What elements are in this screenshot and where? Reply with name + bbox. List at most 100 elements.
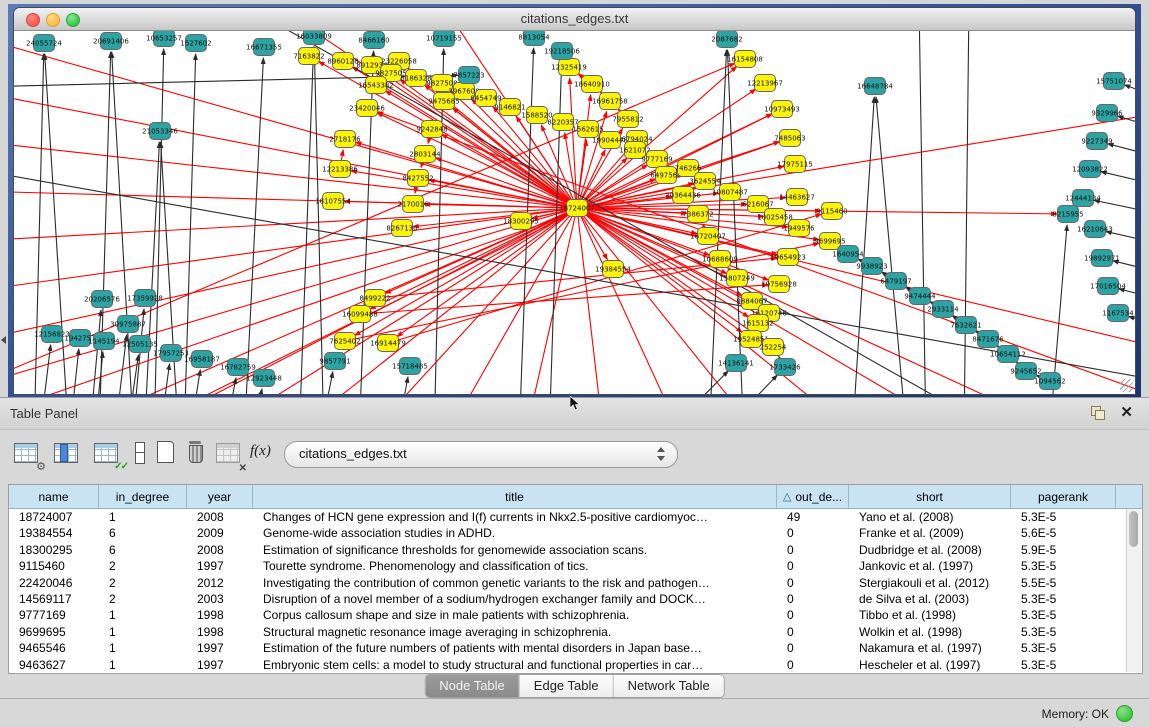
table-cell[interactable]: 0 — [777, 591, 849, 607]
graph-node[interactable]: 9115460 — [816, 203, 847, 220]
table-cell[interactable]: 0 — [777, 624, 849, 640]
graph-node[interactable]: 1167534 — [1102, 305, 1134, 322]
graph-node[interactable]: 10653257 — [146, 31, 182, 47]
graph-node[interactable]: 10654112 — [990, 346, 1026, 363]
graph-node[interactable]: 30975887 — [110, 316, 146, 333]
table-cell[interactable]: 9463627 — [9, 657, 99, 673]
graph-node[interactable]: 10719155 — [426, 31, 462, 47]
table-cell[interactable]: 5.5E-5 — [1011, 575, 1116, 591]
column-header-indegree[interactable]: in_degree — [99, 485, 187, 508]
graph-node[interactable]: 16958187 — [184, 351, 220, 368]
graph-node[interactable]: 15751074 — [1096, 73, 1132, 90]
table-cell[interactable]: 1997 — [187, 657, 253, 673]
table-cell[interactable]: Tourette syndrome. Phenomenology and cla… — [253, 558, 777, 574]
table-cell[interactable]: 1997 — [187, 640, 253, 656]
graph-node[interactable]: 12444134 — [1065, 190, 1101, 207]
graph-node[interactable]: 12213386 — [322, 161, 358, 178]
table-cell[interactable]: 1 — [99, 509, 187, 525]
table-cell[interactable]: 2012 — [187, 575, 253, 591]
resize-grip-icon[interactable] — [1120, 379, 1133, 392]
table-cell[interactable]: 2 — [99, 575, 187, 591]
table-scrollbar[interactable] — [1126, 509, 1141, 672]
table-row[interactable]: 946554611997Estimation of the future num… — [9, 640, 1142, 656]
table-cell[interactable]: 2009 — [187, 525, 253, 541]
graph-node[interactable]: 16210643 — [1077, 221, 1113, 238]
graph-node[interactable]: 7485063 — [774, 130, 805, 147]
table-cell[interactable]: Corpus callosum shape and size in male p… — [253, 607, 777, 623]
table-cell[interactable]: Structural magnetic resonance image aver… — [253, 624, 777, 640]
column-header-year[interactable]: year — [187, 485, 253, 508]
table-cell[interactable]: Nakamura et al. (1997) — [849, 640, 1011, 656]
table-cell[interactable]: 2008 — [187, 542, 253, 558]
table-cell[interactable]: de Silva et al. (2003) — [849, 591, 1011, 607]
table-row[interactable]: 1938455462009Genome-wide association stu… — [9, 525, 1142, 541]
table-cell[interactable]: 5.3E-5 — [1011, 640, 1116, 656]
table-cell[interactable]: Estimation of the future numbers of pati… — [253, 640, 777, 656]
table-cell[interactable]: 19384554 — [9, 525, 99, 541]
column-header-pagerank[interactable]: pagerank — [1011, 485, 1116, 508]
table-cell[interactable]: Dudbridge et al. (2008) — [849, 542, 1011, 558]
graph-node[interactable]: 8215955 — [1052, 206, 1083, 223]
table-cell[interactable]: 5.3E-5 — [1011, 607, 1116, 623]
table-cell[interactable]: 6 — [99, 542, 187, 558]
table-cell[interactable]: Embryonic stem cells: a model to study s… — [253, 657, 777, 673]
graph-node[interactable]: 2087682 — [711, 31, 742, 48]
table-cell[interactable]: Stergiakouli et al. (2012) — [849, 575, 1011, 591]
table-cell[interactable]: 22420046 — [9, 575, 99, 591]
graph-node[interactable]: 24055724 — [26, 35, 62, 52]
table-cell[interactable]: 18300295 — [9, 542, 99, 558]
table-row[interactable]: 1872400712008Changes of HCN gene express… — [9, 509, 1142, 525]
graph-node[interactable]: 7857223 — [453, 67, 484, 84]
table-cell[interactable]: 0 — [777, 657, 849, 673]
table-cell[interactable]: Disruption of a novel member of a sodium… — [253, 591, 777, 607]
table-cell[interactable]: 49 — [777, 509, 849, 525]
table-cell[interactable]: 1 — [99, 607, 187, 623]
table-cell[interactable]: 0 — [777, 575, 849, 591]
table-cell[interactable]: 2003 — [187, 591, 253, 607]
graph-node[interactable]: 18640910 — [574, 76, 610, 93]
table-cell[interactable]: 0 — [777, 607, 849, 623]
table-cell[interactable]: 5.3E-5 — [1011, 558, 1116, 574]
graph-node[interactable]: 9857791 — [319, 353, 350, 370]
table-cell[interactable]: 1998 — [187, 624, 253, 640]
graph-node[interactable]: 19756928 — [761, 276, 797, 293]
graph-node[interactable]: 18107554 — [315, 193, 351, 210]
table-cell[interactable]: 1 — [99, 657, 187, 673]
graph-node[interactable]: 20691406 — [93, 33, 129, 50]
table-cell[interactable]: 18724007 — [9, 509, 99, 525]
table-cell[interactable]: 2008 — [187, 509, 253, 525]
table-cell[interactable]: 1998 — [187, 607, 253, 623]
new-column-button[interactable] — [152, 439, 182, 469]
table-cell[interactable]: 5.3E-5 — [1011, 657, 1116, 673]
graph-node[interactable]: 1733426 — [769, 359, 801, 376]
table-cell[interactable]: 5.3E-5 — [1011, 591, 1116, 607]
float-panel-icon[interactable] — [1091, 406, 1105, 420]
table-row[interactable]: 977716911998Corpus callosum shape and si… — [9, 607, 1142, 623]
table-cell[interactable]: 2 — [99, 591, 187, 607]
table-cell[interactable]: 5.3E-5 — [1011, 509, 1116, 525]
table-cell[interactable]: 5.9E-5 — [1011, 542, 1116, 558]
tab-edge-table[interactable]: Edge Table — [520, 675, 614, 697]
table-cell[interactable]: 14569117 — [9, 591, 99, 607]
graph-node[interactable]: 19654923 — [770, 249, 806, 266]
graph-node[interactable]: 19892971 — [1084, 250, 1120, 267]
function-builder-button[interactable]: f(x) — [248, 439, 278, 469]
graph-node[interactable]: 1527602 — [180, 35, 211, 52]
table-settings-button[interactable]: ⚙ — [12, 439, 42, 469]
graph-node[interactable]: 12213967 — [747, 75, 783, 92]
column-header-short[interactable]: short — [849, 485, 1011, 508]
table-row[interactable]: 946362711997Embryonic stem cells: a mode… — [9, 657, 1142, 673]
table-cell[interactable]: 6 — [99, 525, 187, 541]
graph-node[interactable]: 10807487 — [712, 184, 748, 201]
tab-node-table[interactable]: Node Table — [425, 675, 520, 697]
graph-node[interactable]: 8471676 — [972, 331, 1004, 348]
network-canvas[interactable]: 1872400718300295193845547163822896012889… — [14, 31, 1135, 394]
table-row[interactable]: 969969511998Structural magnetic resonanc… — [9, 624, 1142, 640]
graph-node[interactable]: 252254 — [760, 339, 787, 356]
graph-node[interactable]: 16154808 — [727, 51, 763, 68]
column-header-name[interactable]: name — [9, 485, 99, 508]
table-row[interactable]: 911546021997Tourette syndrome. Phenomeno… — [9, 558, 1142, 574]
table-cell[interactable]: 0 — [777, 558, 849, 574]
graph-node[interactable]: 2170016 — [397, 196, 429, 213]
close-panel-icon[interactable]: ✕ — [1120, 403, 1133, 421]
